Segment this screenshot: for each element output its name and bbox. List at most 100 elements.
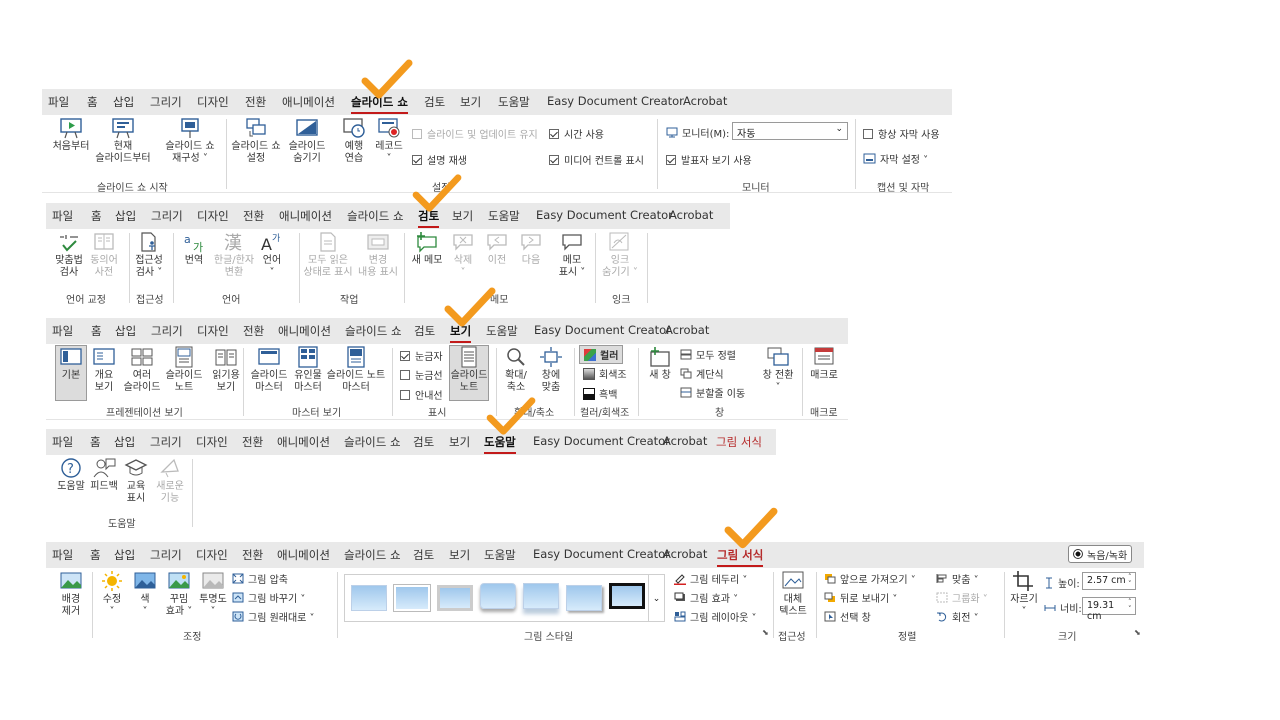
style-thumb-7[interactable] [609, 583, 645, 609]
group-objects-button[interactable]: 그룹화 ˅ [936, 590, 988, 605]
style-thumb-3[interactable] [437, 585, 473, 611]
cascade-button[interactable]: 계단식 [680, 366, 724, 381]
use-timings-checkbox[interactable]: 시간 사용 [549, 126, 604, 141]
tab-draw[interactable]: 그리기 [150, 434, 182, 450]
tab-draw[interactable]: 그리기 [151, 208, 183, 224]
tab-acrobat[interactable]: Acrobat [669, 208, 713, 222]
tab-acrobat[interactable]: Acrobat [663, 547, 707, 561]
whats-new-button[interactable]: 새로운 기능 [152, 457, 188, 505]
tab-review[interactable]: 검토 [413, 434, 434, 450]
tab-acrobat[interactable]: Acrobat [683, 94, 727, 108]
tab-acrobat[interactable]: Acrobat [663, 434, 707, 448]
artistic-effects-button[interactable]: 꾸밈 효과 ˅ [162, 570, 196, 618]
tab-easy-doc[interactable]: Easy Document Creator [534, 323, 671, 337]
new-window-button[interactable]: 새 창 [644, 346, 676, 382]
subtitle-settings-button[interactable]: 자막 설정 ˅ [863, 151, 928, 166]
reset-picture-button[interactable]: 그림 원래대로 ˅ [232, 609, 315, 624]
tab-draw[interactable]: 그리기 [150, 94, 182, 110]
from-start-button[interactable]: 처음부터 [50, 117, 92, 153]
tab-picture-format[interactable]: 그림 서식 [716, 434, 762, 450]
tab-home[interactable]: 홈 [91, 323, 102, 339]
style-thumb-2[interactable] [394, 585, 430, 611]
show-comments-button[interactable]: 메모 표시 ˅ [554, 231, 590, 279]
tab-file[interactable]: 파일 [48, 94, 69, 110]
style-thumb-4[interactable] [480, 583, 516, 609]
grayscale-button[interactable]: 회색조 [583, 366, 627, 381]
align-button[interactable]: 맞춤 ˅ [936, 571, 979, 586]
slide-sorter-button[interactable]: 여러 슬라이드 [122, 346, 162, 394]
tab-slideshow[interactable]: 슬라이드 쇼 [344, 547, 401, 563]
size-dialog-launcher[interactable]: ⬊ [1134, 628, 1141, 637]
hanja-button[interactable]: 漢 한글/한자 변환 [212, 231, 256, 279]
tab-review[interactable]: 검토 [413, 547, 434, 563]
height-spinner[interactable]: ˄ ˅ [1128, 574, 1132, 588]
custom-show-button[interactable]: 슬라이드 쇼 재구성 ˅ [159, 117, 221, 165]
tab-design[interactable]: 디자인 [196, 434, 228, 450]
tab-design[interactable]: 디자인 [197, 323, 229, 339]
width-spinner[interactable]: ˄ ˅ [1128, 599, 1132, 613]
tab-slideshow[interactable]: 슬라이드 쇼 [344, 434, 401, 450]
macros-button[interactable]: 매크로 [806, 346, 842, 382]
tab-view[interactable]: 보기 [460, 94, 481, 110]
corrections-button[interactable]: 수정 ˅ [96, 570, 128, 618]
transparency-button[interactable]: 투명도 ˅ [196, 570, 230, 618]
gallery-scroll[interactable]: ⌄ [649, 574, 665, 622]
tab-home[interactable]: 홈 [90, 547, 101, 563]
tab-help[interactable]: 도움말 [498, 94, 530, 110]
color-adjust-button[interactable]: 색 ˅ [130, 570, 160, 618]
keep-updated-checkbox[interactable]: 슬라이드 및 업데이트 유지 [412, 126, 538, 141]
record-slideshow-button[interactable]: 레코드 ˅ [370, 117, 408, 165]
tab-easy-doc[interactable]: Easy Document Creator [547, 94, 684, 108]
always-subtitles-checkbox[interactable]: 항상 자막 사용 [863, 126, 940, 141]
tab-slideshow[interactable]: 슬라이드 쇼 [347, 208, 404, 224]
narrations-checkbox[interactable]: 설명 재생 [412, 152, 467, 167]
outline-view-button[interactable]: 개요 보기 [88, 346, 120, 394]
tab-insert[interactable]: 삽입 [113, 94, 134, 110]
change-picture-button[interactable]: 그림 바꾸기 ˅ [232, 590, 305, 605]
monitor-dropdown[interactable]: 자동 ⌄ [732, 122, 848, 140]
delete-comment-button[interactable]: 삭제 ˅ [446, 231, 480, 279]
tab-animations[interactable]: 애니메이션 [282, 94, 335, 110]
tab-file[interactable]: 파일 [52, 547, 73, 563]
notes-toggle-button[interactable]: 슬라이드 노트 [449, 345, 489, 401]
record-button[interactable]: 녹음/녹화 [1068, 545, 1133, 563]
help-button[interactable]: ? 도움말 [54, 457, 88, 493]
tab-design[interactable]: 디자인 [197, 94, 229, 110]
tab-file[interactable]: 파일 [52, 208, 73, 224]
media-controls-checkbox[interactable]: 미디어 컨트롤 표시 [549, 152, 644, 167]
ruler-checkbox[interactable]: 눈금자 [400, 348, 443, 363]
tab-easy-doc[interactable]: Easy Document Creator [536, 208, 673, 222]
new-comment-button[interactable]: 새 메모 [408, 231, 446, 267]
tab-review[interactable]: 검토 [424, 94, 445, 110]
tab-transitions[interactable]: 전환 [243, 323, 264, 339]
tab-review[interactable]: 검토 [414, 323, 435, 339]
selection-pane-button[interactable]: 선택 창 [824, 609, 871, 624]
language-button[interactable]: A가 언어 ˅ [256, 231, 288, 279]
training-button[interactable]: 교육 표시 [120, 457, 152, 505]
style-thumb-1[interactable] [351, 585, 387, 611]
tab-animations[interactable]: 애니메이션 [277, 547, 330, 563]
tab-easy-doc[interactable]: Easy Document Creator [533, 434, 670, 448]
zoom-button[interactable]: 확대/ 축소 [500, 346, 532, 394]
hide-slide-button[interactable]: 슬라이드 숨기기 [284, 117, 330, 165]
tab-transitions[interactable]: 전환 [245, 94, 266, 110]
tab-help[interactable]: 도움말 [484, 434, 516, 454]
rehearse-button[interactable]: 예행 연습 [336, 117, 372, 165]
tab-insert[interactable]: 삽입 [115, 208, 136, 224]
accessibility-button[interactable]: 접근성 검사 ˅ [130, 231, 168, 279]
tab-animations[interactable]: 애니메이션 [277, 434, 330, 450]
from-current-button[interactable]: 현재 슬라이드부터 [92, 117, 154, 165]
reading-view-button[interactable]: 읽기용 보기 [204, 346, 248, 394]
normal-view-button[interactable]: 기본 [55, 345, 87, 401]
tab-insert[interactable]: 삽입 [114, 547, 135, 563]
guides-checkbox[interactable]: 안내선 [400, 387, 443, 402]
tab-transitions[interactable]: 전환 [242, 434, 263, 450]
remove-bg-button[interactable]: 배경 제거 [54, 570, 88, 618]
tab-home[interactable]: 홈 [90, 434, 101, 450]
show-all-read-button[interactable]: 모두 읽은 상태로 표시 [300, 231, 356, 279]
tab-acrobat[interactable]: Acrobat [665, 323, 709, 337]
slide-master-button[interactable]: 슬라이드 마스터 [246, 346, 292, 394]
tab-file[interactable]: 파일 [52, 434, 73, 450]
tab-draw[interactable]: 그리기 [150, 547, 182, 563]
tab-home[interactable]: 홈 [91, 208, 102, 224]
